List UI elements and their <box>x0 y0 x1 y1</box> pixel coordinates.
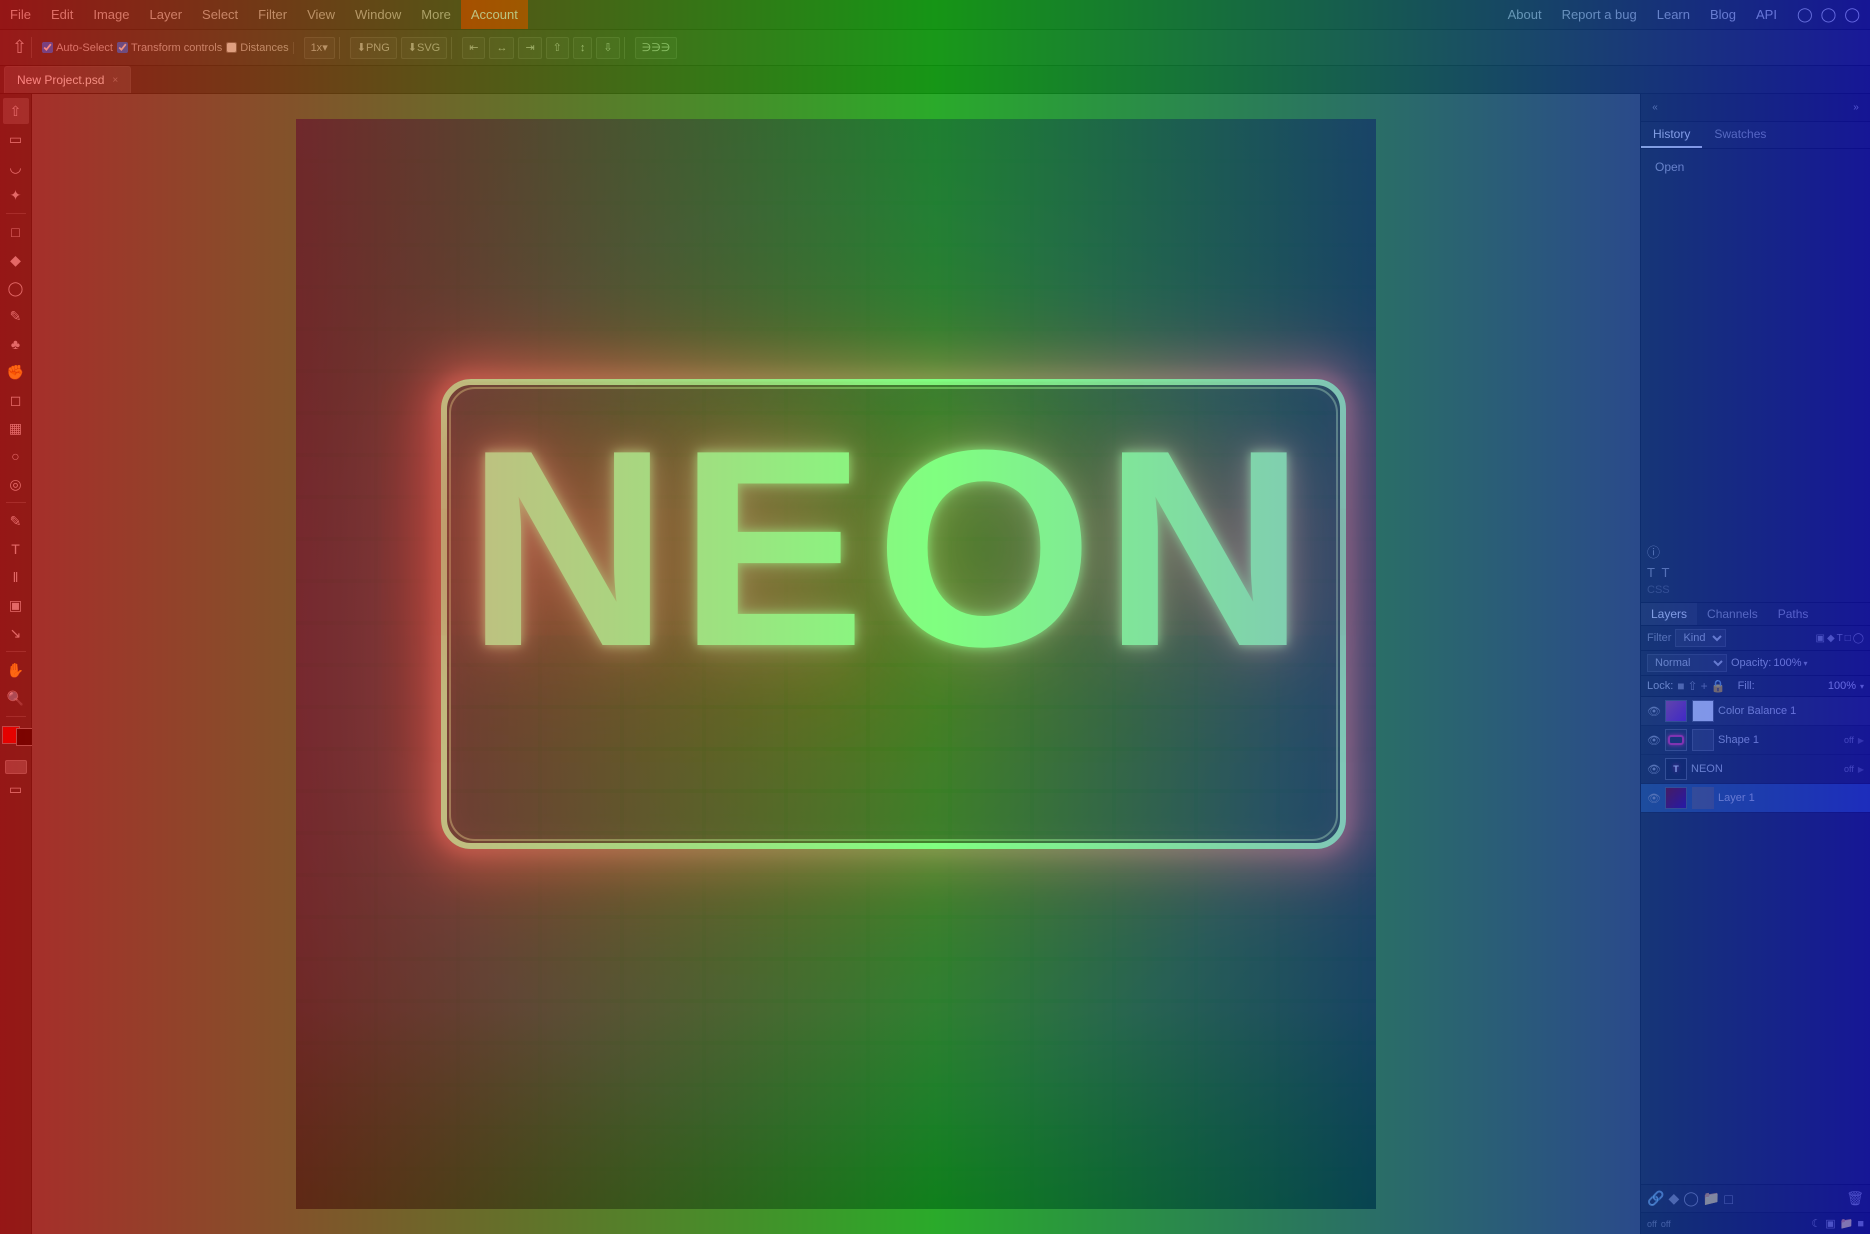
layer-thumb-color-balance <box>1665 700 1687 722</box>
right-panel: « » History Swatches Open ⓘ T T CSS Laye <box>1640 94 1870 1234</box>
layer-row-color-balance[interactable]: 👁 Color Balance 1 <box>1641 697 1870 726</box>
main-layout: ⇧ ▭ ◡ ✦ □ ◆ ◯ ✎ ♣ ✊ ◻ ▦ ○ ◎ ✎ T ‖ ▣ ↘ ✋ … <box>0 94 1870 1234</box>
